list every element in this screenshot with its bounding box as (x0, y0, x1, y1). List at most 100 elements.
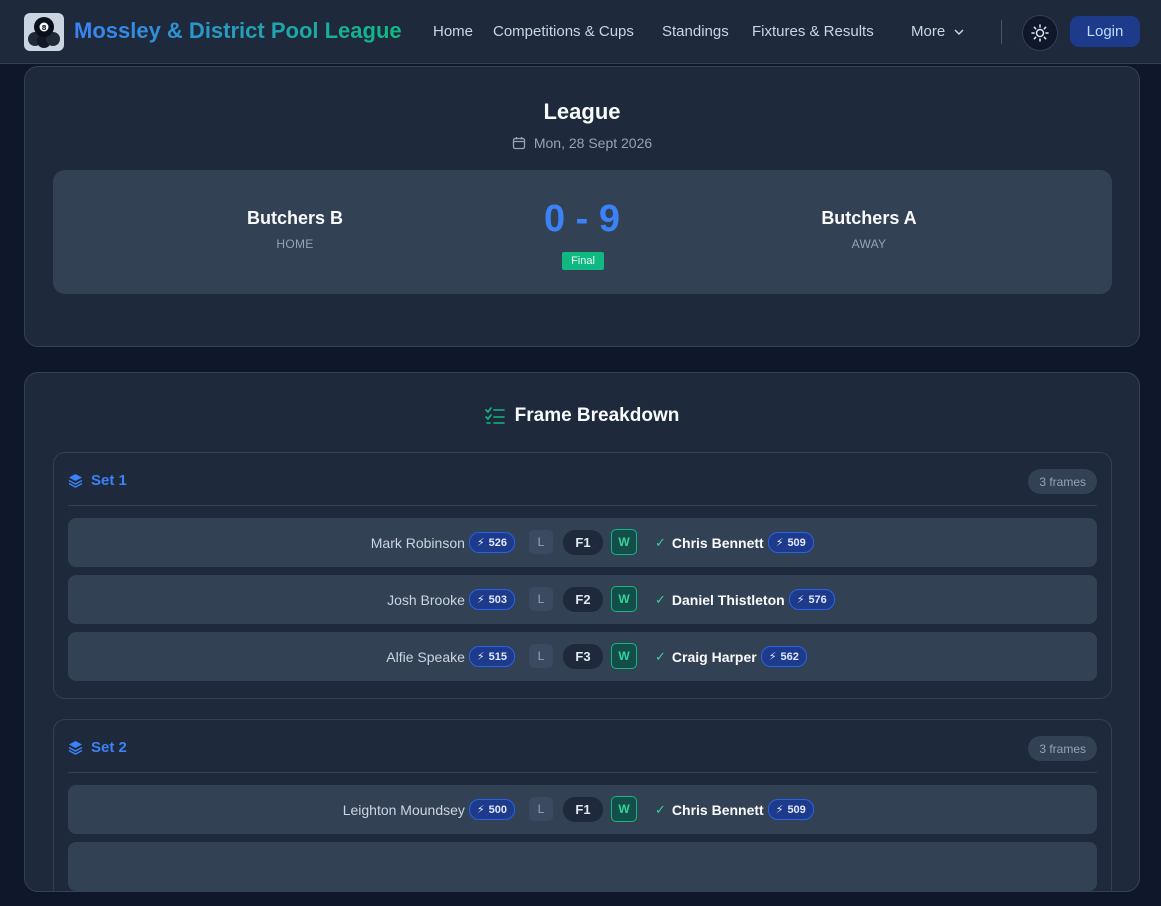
lightning-icon: ⚡ (476, 594, 485, 606)
score-panel: Butchers B HOME 0 - 9 Final Butchers A A… (53, 170, 1112, 294)
away-player[interactable]: ✓ Chris Bennett ⚡ 509 (655, 518, 814, 567)
brand-title[interactable]: Mossley & District Pool League (74, 18, 402, 44)
set-header: Set 2 3 frames (68, 720, 1097, 773)
list-check-icon (484, 407, 505, 424)
nav-divider (1001, 20, 1002, 44)
match-score: 0 - 9 (543, 198, 621, 240)
rating-value: 526 (488, 536, 507, 549)
rating-badge: ⚡ 576 (788, 589, 835, 610)
rating-badge: ⚡ 509 (767, 532, 814, 553)
lightning-icon: ⚡ (476, 537, 485, 549)
away-player-name: Daniel Thistleton (671, 591, 785, 608)
frame-row[interactable]: Leighton Moundsey ⚡ 500 L F1 W ✓ Chris Be… (68, 785, 1097, 834)
lightning-icon: ⚡ (775, 804, 784, 816)
top-navbar: 8 Mossley & District Pool League Home Co… (0, 0, 1161, 64)
set-label[interactable]: Set 1 (68, 472, 127, 489)
frame-breakdown-heading: Frame Breakdown (25, 405, 1139, 427)
frame-row[interactable] (68, 842, 1097, 891)
frame-row[interactable]: Mark Robinson ⚡ 526 L F1 W ✓ Chris Bennet… (68, 518, 1097, 567)
rating-value: 509 (787, 803, 806, 816)
rating-value: 509 (787, 536, 806, 549)
away-team[interactable]: Butchers A AWAY (749, 208, 989, 251)
nav-link-competitions[interactable]: Competitions & Cups (493, 23, 634, 40)
lightning-icon: ⚡ (775, 537, 784, 549)
frame-number: F3 (563, 644, 603, 669)
competition-title: League (543, 99, 621, 124)
rating-value: 515 (488, 650, 507, 663)
layers-icon (68, 474, 83, 488)
rating-value: 562 (780, 650, 799, 663)
home-player[interactable]: Leighton Moundsey ⚡ 500 (343, 785, 515, 834)
set-1: Set 1 3 frames Mark Robinson ⚡ 526 L F1 W… (53, 452, 1112, 699)
home-team-name: Butchers B (246, 208, 344, 228)
status-badge: Final (562, 252, 604, 270)
rating-badge: ⚡ 509 (767, 799, 814, 820)
rating-badge: ⚡ 503 (468, 589, 515, 610)
set-label-text: Set 2 (91, 739, 127, 756)
layers-icon (68, 741, 83, 755)
frame-number: F2 (563, 587, 603, 612)
set-label[interactable]: Set 2 (68, 739, 127, 756)
away-result: W (611, 643, 637, 669)
home-player-name: Alfie Speake (386, 648, 465, 665)
rating-value: 576 (808, 593, 827, 606)
rating-badge: ⚡ 500 (468, 799, 515, 820)
away-player[interactable]: ✓ Daniel Thistleton ⚡ 576 (655, 575, 835, 624)
nav-link-home[interactable]: Home (433, 23, 473, 40)
rating-value: 500 (488, 803, 507, 816)
away-team-name: Butchers A (821, 208, 917, 228)
home-team[interactable]: Butchers B HOME (175, 208, 415, 251)
lightning-icon: ⚡ (768, 651, 777, 663)
nav-link-standings[interactable]: Standings (662, 23, 729, 40)
frames-count-badge: 3 frames (1028, 469, 1097, 494)
chevron-down-icon (954, 28, 964, 35)
svg-text:8: 8 (42, 24, 47, 32)
home-result: L (529, 530, 553, 554)
frame-breakdown-title: Frame Breakdown (514, 405, 680, 426)
check-icon: ✓ (655, 648, 666, 664)
nav-more-dropdown[interactable]: More (911, 23, 965, 40)
home-player-name: Josh Brooke (387, 591, 465, 608)
frame-row[interactable]: Alfie Speake ⚡ 515 L F3 W ✓ Craig Harper … (68, 632, 1097, 681)
match-date: Mon, 28 Sept 2026 (25, 135, 1139, 151)
home-player[interactable]: Josh Brooke ⚡ 503 (387, 575, 515, 624)
nav-link-fixtures[interactable]: Fixtures & Results (752, 23, 874, 40)
login-button[interactable]: Login (1070, 16, 1140, 47)
home-result: L (529, 644, 553, 668)
lightning-icon: ⚡ (796, 594, 805, 606)
away-player-name: Chris Bennett (671, 534, 764, 551)
theme-toggle-button[interactable] (1022, 15, 1058, 51)
away-label: AWAY (851, 237, 887, 251)
home-player[interactable]: Alfie Speake ⚡ 515 (386, 632, 515, 681)
rating-badge: ⚡ 526 (468, 532, 515, 553)
away-result: W (611, 586, 637, 612)
check-icon: ✓ (655, 534, 666, 550)
frame-number: F1 (563, 797, 603, 822)
rating-badge: ⚡ 562 (760, 646, 807, 667)
match-summary-card: League Mon, 28 Sept 2026 Butchers B HOME… (24, 66, 1140, 347)
away-result: W (611, 796, 637, 822)
frame-breakdown-card: Frame Breakdown Set 1 3 frames Mark Robi… (24, 372, 1140, 892)
home-player[interactable]: Mark Robinson ⚡ 526 (371, 518, 515, 567)
away-player[interactable]: ✓ Chris Bennett ⚡ 509 (655, 785, 814, 834)
home-result: L (529, 797, 553, 821)
set-2: Set 2 3 frames Leighton Moundsey ⚡ 500 L … (53, 719, 1112, 891)
set-label-text: Set 1 (91, 472, 127, 489)
check-icon: ✓ (655, 801, 666, 817)
away-player-name: Chris Bennett (671, 801, 764, 818)
lightning-icon: ⚡ (476, 804, 485, 816)
away-player[interactable]: ✓ Craig Harper ⚡ 562 (655, 632, 807, 681)
calendar-icon (512, 137, 525, 150)
lightning-icon: ⚡ (476, 651, 485, 663)
frame-number: F1 (563, 530, 603, 555)
check-icon: ✓ (655, 591, 666, 607)
home-result: L (529, 587, 553, 611)
away-result: W (611, 529, 637, 555)
rating-value: 503 (488, 593, 507, 606)
nav-more-label: More (911, 23, 946, 40)
frames-count-badge: 3 frames (1028, 736, 1097, 761)
frame-row[interactable]: Josh Brooke ⚡ 503 L F2 W ✓ Daniel Thistle… (68, 575, 1097, 624)
eight-ball-logo-icon[interactable]: 8 (24, 13, 64, 51)
home-player-name: Mark Robinson (370, 534, 465, 551)
match-date-text: Mon, 28 Sept 2026 (533, 135, 653, 151)
